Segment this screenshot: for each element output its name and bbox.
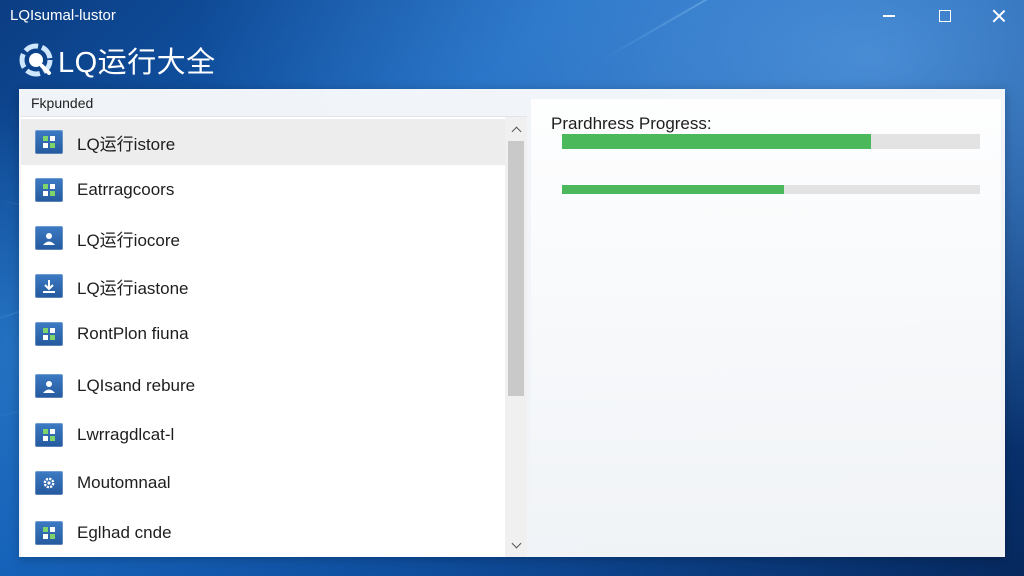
progress-fill [562,134,872,149]
app-header: LQ运行大全 [18,40,216,80]
list-item[interactable]: RontPlon fiuna [21,311,505,357]
minimize-icon [883,15,895,17]
user-icon [35,226,63,250]
close-icon [992,9,1006,23]
user-icon [35,374,63,398]
list-scrollbar[interactable] [505,117,527,557]
grid-icon [35,178,63,202]
list-item[interactable]: Lwrragdlcat-l [21,412,505,458]
grid-icon [35,521,63,545]
list-item-label: Eatrragcoors [77,180,175,199]
main-panel: Fkpunded LQ运行istore Eatrragcoors LQ运行iocor… [19,89,1005,557]
chevron-up-icon [511,126,521,136]
list-item-label: LQ运行iastone [77,278,189,298]
scroll-thumb[interactable] [508,141,524,396]
maximize-button[interactable] [922,0,968,32]
chevron-down-icon [511,538,521,548]
progress-bar [562,185,980,194]
list-item-label: LQ运行istore [77,134,176,154]
grid-icon [35,322,63,346]
list-item-label: LQIsand rebure [77,376,196,395]
app-logo-icon [19,43,53,77]
scroll-down-button[interactable] [505,535,527,555]
window-title: LQIsumal-lustor [10,7,116,24]
progress-pane: Prardhress Progress: [531,99,1001,554]
list-item[interactable]: LQ运行iocore [21,215,505,261]
grid-icon [35,130,63,154]
gear-icon [35,471,63,495]
list-item[interactable]: LQIsand rebure [21,363,505,409]
list-item-label: Eglhad cnde [77,523,172,542]
app-title: LQ运行大全 [58,47,216,79]
list-item[interactable]: Eatrragcoors [21,167,505,213]
progress-bar [562,134,980,149]
list-item-label: Moutomnaal [77,473,171,492]
list-item[interactable]: Eglhad cnde [21,510,505,556]
window-titlebar: LQIsumal-lustor [0,0,1024,32]
list-item-label: Lwrragdlcat-l [77,425,175,444]
scroll-up-button[interactable] [505,119,527,139]
list-item[interactable]: Moutomnaal [21,460,505,506]
list-section-label: Fkpunded [31,95,94,111]
progress-fill [562,185,784,194]
grid-icon [35,423,63,447]
minimize-button[interactable] [866,0,912,32]
download-icon [35,274,63,298]
list-item[interactable]: LQ运行iastone [21,263,505,309]
progress-title: Prardhress Progress: [551,114,712,133]
item-list: LQ运行istore Eatrragcoors LQ运行iocore LQ运行iast… [21,116,527,557]
maximize-icon [939,10,951,22]
close-button[interactable] [976,0,1022,32]
list-item-label: LQ运行iocore [77,230,180,250]
list-item[interactable]: LQ运行istore [21,119,505,165]
list-item-label: RontPlon fiuna [77,324,189,343]
